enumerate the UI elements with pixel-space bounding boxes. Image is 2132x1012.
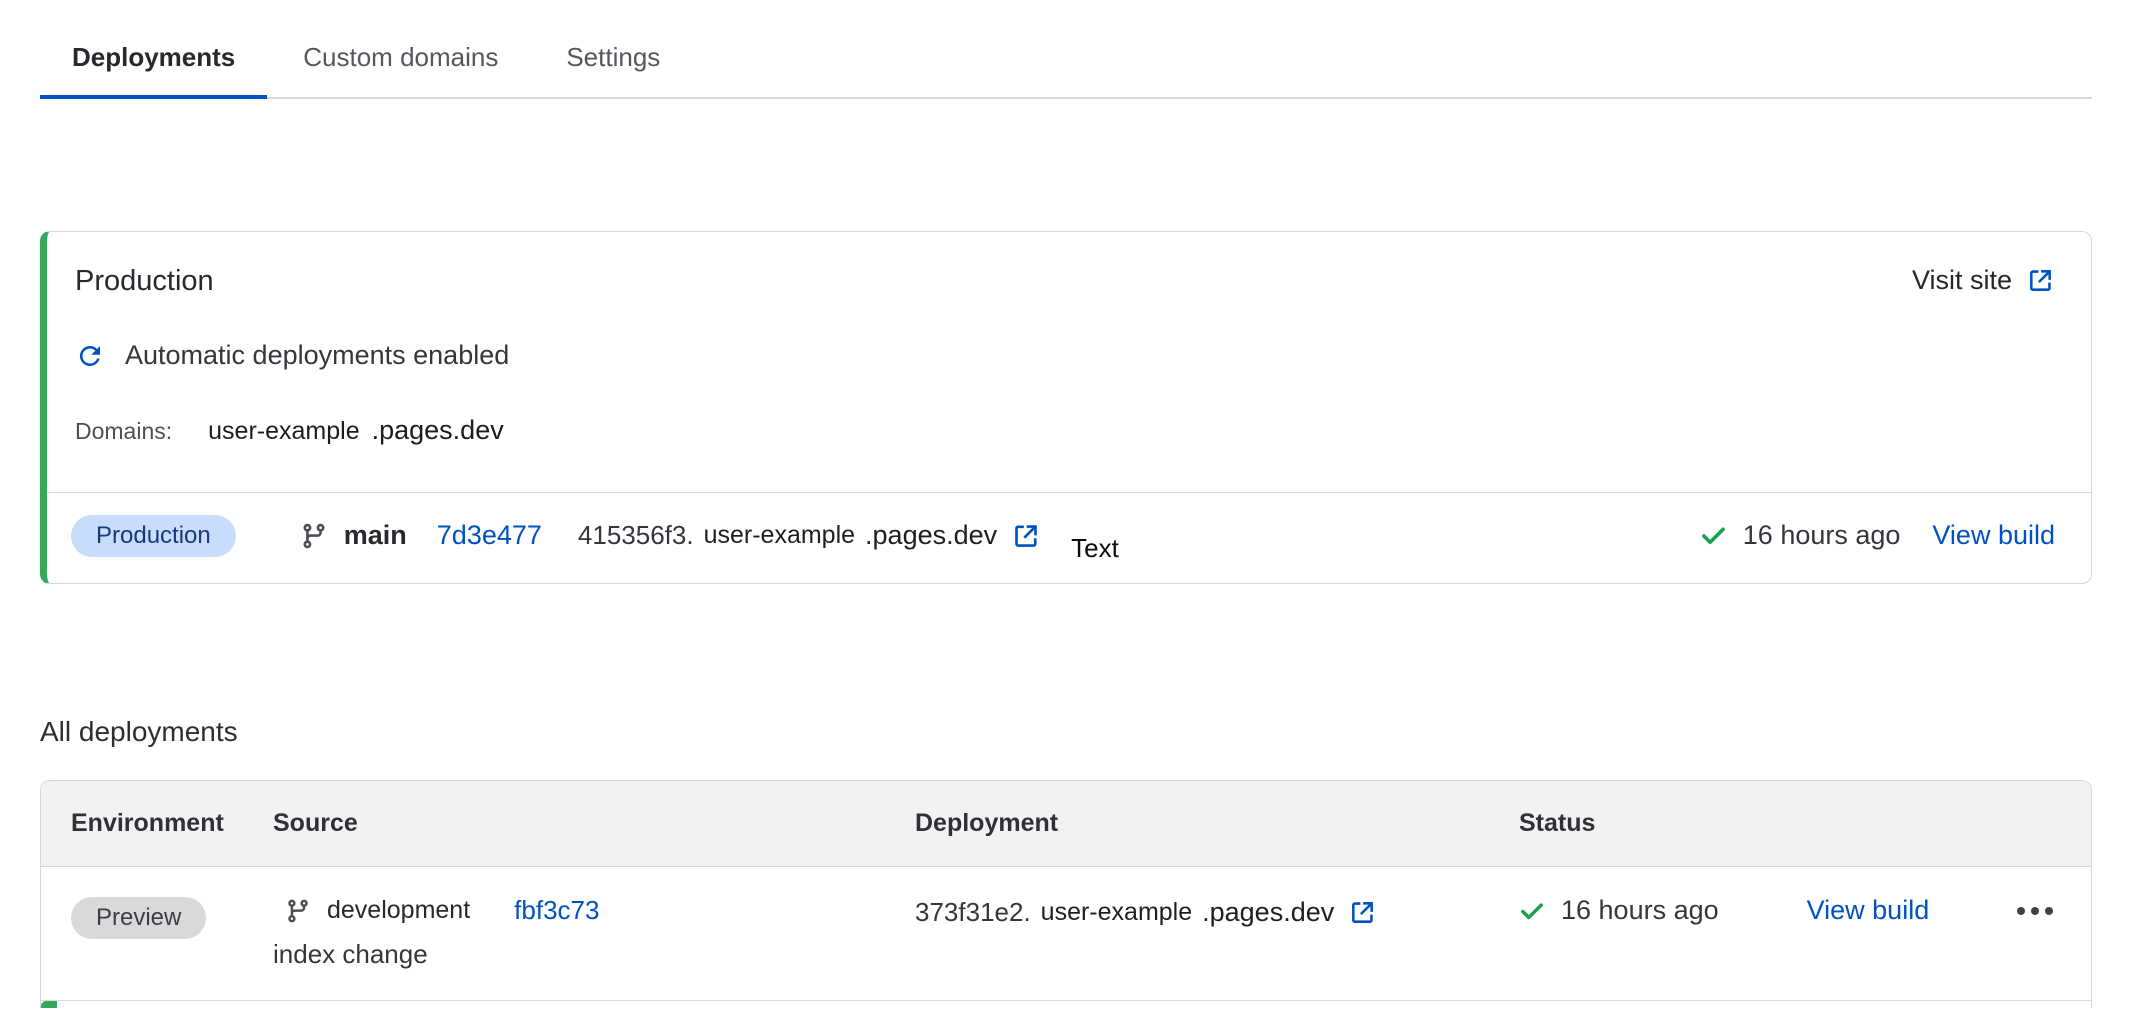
auto-deployments-text: Automatic deployments enabled xyxy=(125,340,509,371)
deployment-url-link[interactable]: 373f31e2. user-example .pages.dev xyxy=(915,897,1377,928)
domain-suffix: .pages.dev xyxy=(372,415,504,446)
status-cell: 16 hours ago View build xyxy=(1519,895,2091,1000)
production-card: Production Visit site Automatic deploym xyxy=(40,231,2092,584)
deployment-suffix: .pages.dev xyxy=(865,520,997,551)
deployments-page: Deployments Custom domains Settings Prod… xyxy=(0,0,2132,1012)
commit-link[interactable]: 7d3e477 xyxy=(437,520,542,551)
git-branch-icon xyxy=(285,898,311,924)
more-options-icon[interactable] xyxy=(2015,897,2055,925)
visit-site-link[interactable]: Visit site xyxy=(1912,265,2055,296)
check-icon xyxy=(1519,898,1545,924)
deployment-id: 373f31e2. xyxy=(915,897,1031,928)
environment-badge: Preview xyxy=(71,897,206,939)
view-build-link[interactable]: View build xyxy=(1807,895,1930,926)
deployment-id: 415356f3. xyxy=(578,520,694,551)
refresh-icon xyxy=(75,341,105,371)
production-card-title: Production xyxy=(75,265,214,298)
external-link-icon xyxy=(1334,898,1377,927)
deploy-time: 16 hours ago xyxy=(1743,520,1901,551)
column-header-environment: Environment xyxy=(71,809,273,838)
domain-name: user-example xyxy=(208,417,359,446)
branch-name: main xyxy=(344,520,407,551)
external-link-icon xyxy=(997,521,1041,551)
view-build-link[interactable]: View build xyxy=(1932,520,2055,551)
production-accent-stripe xyxy=(41,1001,57,1008)
environment-badge: Production xyxy=(71,515,236,557)
domains-row: Domains: user-example .pages.dev xyxy=(47,371,2091,446)
deployments-table: Environment Source Deployment Status Pre… xyxy=(40,780,2092,1008)
domains-label: Domains: xyxy=(75,418,172,445)
external-link-icon xyxy=(2026,266,2055,295)
tab-deployments[interactable]: Deployments xyxy=(40,26,267,99)
next-row-partial xyxy=(41,1000,2091,1008)
all-deployments-heading: All deployments xyxy=(40,716,2092,748)
deployment-url-link[interactable]: 415356f3. user-example .pages.dev xyxy=(578,520,1041,551)
column-header-deployment: Deployment xyxy=(915,809,1519,838)
column-header-status: Status xyxy=(1519,809,2091,838)
text-annotation: Text xyxy=(1071,533,1119,564)
environment-cell: Preview xyxy=(71,895,273,1000)
commit-message: index change xyxy=(273,939,915,970)
deploy-time: 16 hours ago xyxy=(1561,895,1719,926)
check-icon xyxy=(1700,522,1727,549)
table-row: Preview development fbf3c73 index change… xyxy=(41,867,2091,1000)
tab-custom-domains[interactable]: Custom domains xyxy=(271,26,530,97)
production-deployment-row: Production main 7d3e477 415356f3. user-e… xyxy=(47,493,2091,578)
git-branch-icon xyxy=(300,522,328,550)
tab-bar: Deployments Custom domains Settings xyxy=(40,0,2092,99)
visit-site-label: Visit site xyxy=(1912,265,2012,296)
tab-settings[interactable]: Settings xyxy=(534,26,692,97)
branch-name: development xyxy=(327,896,470,925)
source-cell: development fbf3c73 index change xyxy=(273,895,915,1000)
source-group: main 7d3e477 xyxy=(300,520,542,551)
commit-link[interactable]: fbf3c73 xyxy=(514,895,599,926)
deployment-cell: 373f31e2. user-example .pages.dev xyxy=(915,895,1519,1000)
column-header-source: Source xyxy=(273,809,915,838)
deployment-domain: user-example xyxy=(704,521,855,550)
deployment-suffix: .pages.dev xyxy=(1202,897,1334,928)
table-header-row: Environment Source Deployment Status xyxy=(41,781,2091,867)
deployment-domain: user-example xyxy=(1041,898,1192,927)
status-group: 16 hours ago View build xyxy=(1700,520,2055,551)
